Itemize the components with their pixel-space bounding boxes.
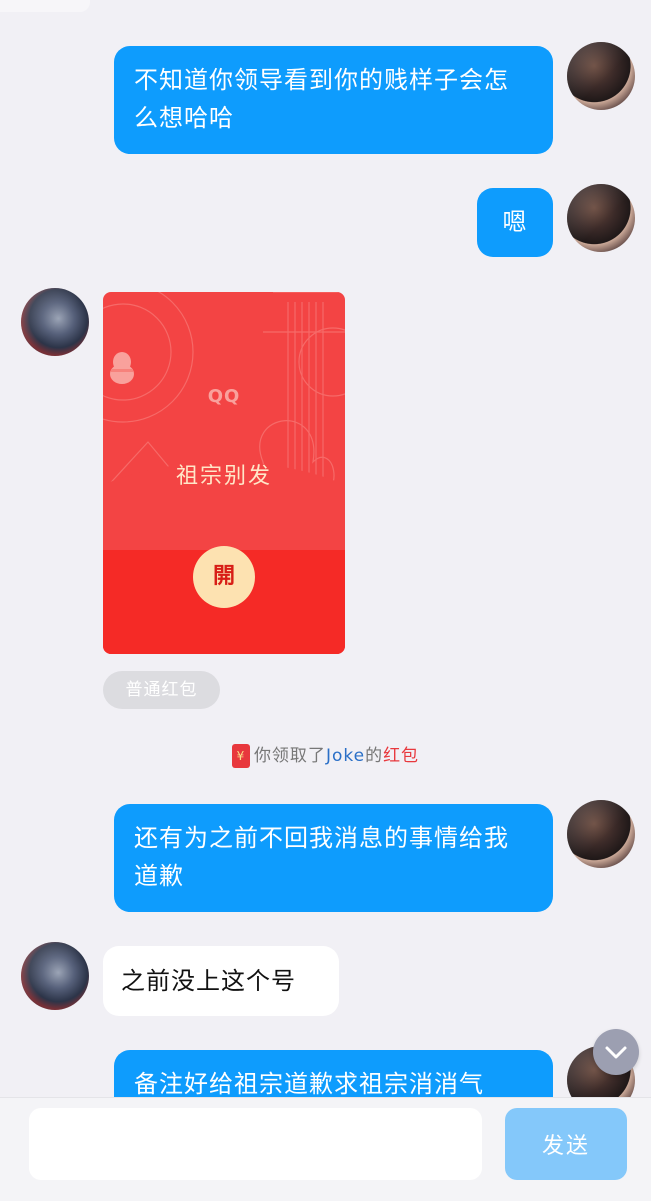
red-packet-title: 祖宗别发 — [175, 464, 272, 489]
avatar-self[interactable] — [567, 184, 635, 252]
message-bubble-self[interactable]: 还有为之前不回我消息的事情给我道歉 — [114, 804, 553, 912]
notice-name[interactable]: Joke — [326, 746, 365, 766]
notice-connector: 的 — [365, 746, 384, 766]
avatar-self[interactable] — [567, 42, 635, 110]
notice-red-packet-link[interactable]: 红包 — [383, 746, 419, 766]
message-bubble-other[interactable]: 之前没上这个号 — [103, 946, 339, 1016]
notice-prefix: 你领取了 — [253, 746, 326, 766]
system-notice: ¥ 你领取了Joke的红包 — [0, 741, 651, 768]
chevron-down-icon — [605, 1046, 627, 1059]
scroll-to-bottom-button[interactable] — [593, 1029, 639, 1075]
avatar-other[interactable] — [21, 288, 89, 356]
avatar-self[interactable] — [567, 800, 635, 868]
message-bubble-self[interactable]: 不知道你领导看到你的贱样子会怎么想哈哈 — [114, 46, 553, 154]
message-input[interactable] — [29, 1108, 482, 1180]
message-bubble-self[interactable]: 嗯 — [477, 188, 553, 257]
red-packet-type-tag: 普通红包 — [103, 671, 220, 709]
top-strip — [0, 0, 90, 12]
open-red-packet-button[interactable]: 開 — [193, 546, 255, 608]
avatar-other[interactable] — [21, 942, 89, 1010]
red-packet-icon: ¥ — [231, 744, 250, 768]
red-packet-brand: QQ — [207, 386, 241, 407]
send-button[interactable]: 发送 — [505, 1108, 627, 1180]
qq-penguin-icon — [110, 352, 134, 384]
